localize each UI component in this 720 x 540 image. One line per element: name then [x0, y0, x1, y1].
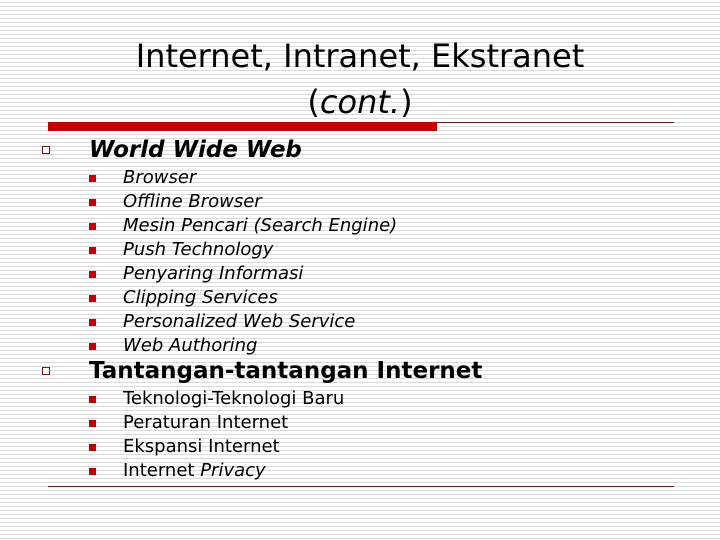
title-paren-close: ) — [400, 83, 413, 121]
section-heading-challenges: Tantangan-tantangan Internet — [40, 358, 482, 384]
list-item-text: Offline Browser — [123, 191, 262, 212]
list-item-text: Penyaring Informasi — [123, 263, 304, 284]
hollow-square-bullet-icon — [42, 146, 50, 154]
list-item-text: Peraturan Internet — [123, 412, 289, 433]
list-item-text-plain: Internet — [123, 460, 201, 481]
list-item-text-italic: Privacy — [200, 460, 266, 481]
square-bullet-icon — [89, 467, 96, 475]
square-bullet-icon — [89, 318, 96, 326]
list-item: Mesin Pencari (Search Engine) — [89, 214, 397, 238]
list-item: Ekspansi Internet — [89, 435, 280, 459]
list-item: Web Authoring — [89, 334, 257, 358]
list-item: Offline Browser — [89, 190, 262, 214]
list-item: Browser — [89, 166, 196, 190]
title-line-1: Internet, Intranet, Ekstranet — [135, 37, 585, 75]
square-bullet-icon — [89, 419, 96, 427]
list-item-text: Web Authoring — [123, 335, 258, 356]
list-item-text: Browser — [123, 167, 197, 188]
square-bullet-icon — [89, 294, 96, 302]
square-bullet-icon — [89, 198, 96, 206]
title-underline-thin — [437, 122, 674, 123]
section-heading-text: World Wide Web — [89, 137, 302, 163]
square-bullet-icon — [89, 395, 96, 403]
square-bullet-icon — [89, 270, 96, 278]
square-bullet-icon — [89, 342, 96, 350]
list-item: Push Technology — [89, 238, 273, 262]
slide-title: Internet, Intranet, Ekstranet (cont.) — [0, 33, 720, 125]
hollow-square-bullet-icon — [42, 367, 50, 375]
title-underline-thick — [48, 122, 437, 131]
list-item: Teknologi-Teknologi Baru — [89, 387, 344, 411]
list-item-text: Personalized Web Service — [123, 311, 356, 332]
section-heading-www: World Wide Web — [40, 137, 302, 163]
square-bullet-icon — [89, 222, 96, 230]
list-item: Personalized Web Service — [89, 310, 355, 334]
title-cont: cont. — [319, 83, 401, 121]
title-line-2: (cont.) — [0, 79, 720, 125]
section-heading-text: Tantangan-tantangan Internet — [89, 358, 483, 384]
list-item-text: Mesin Pencari (Search Engine) — [123, 215, 398, 236]
footer-rule — [48, 486, 674, 487]
list-item-text: Ekspansi Internet — [123, 436, 280, 457]
list-item: Internet Privacy — [89, 459, 266, 483]
list-item-text: Teknologi-Teknologi Baru — [123, 388, 345, 409]
list-item: Peraturan Internet — [89, 411, 288, 435]
square-bullet-icon — [89, 174, 96, 182]
title-paren-open: ( — [307, 83, 320, 121]
list-item-text: Clipping Services — [123, 287, 278, 308]
list-item: Penyaring Informasi — [89, 262, 303, 286]
list-item-text: Push Technology — [123, 239, 274, 260]
square-bullet-icon — [89, 443, 96, 451]
list-item: Clipping Services — [89, 286, 278, 310]
square-bullet-icon — [89, 246, 96, 254]
list-item-text: Internet Privacy — [123, 459, 266, 483]
